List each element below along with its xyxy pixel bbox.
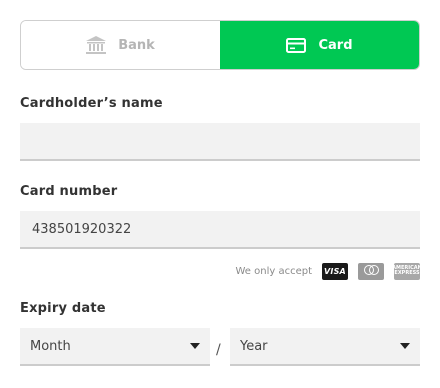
expiry-month-value: Month — [30, 338, 71, 354]
payment-method-tabs: Bank Card — [20, 20, 420, 70]
expiry-year-select[interactable]: Year — [230, 328, 420, 366]
expiry-month-select[interactable]: Month — [20, 328, 210, 366]
tab-card-label: Card — [318, 37, 353, 53]
card-number-label: Card number — [20, 184, 118, 199]
chevron-down-icon — [400, 343, 410, 349]
amex-icon: AMERICAN EXPRESS — [392, 262, 422, 280]
bank-icon — [86, 36, 107, 54]
tab-bank[interactable]: Bank — [21, 21, 220, 69]
expiry-year-value: Year — [240, 338, 268, 354]
chevron-down-icon — [190, 343, 200, 349]
amex-label-bottom: EXPRESS — [394, 270, 420, 276]
expiry-date-label: Expiry date — [20, 301, 106, 316]
cardholder-name-input[interactable] — [20, 123, 420, 161]
visa-icon: VISA — [322, 262, 348, 280]
cardholder-name-label: Cardholder’s name — [20, 96, 163, 111]
card-number-input[interactable] — [20, 211, 420, 249]
accepted-cards-text: We only accept — [235, 265, 312, 277]
tab-bank-label: Bank — [118, 37, 155, 53]
mastercard-icon — [358, 262, 384, 280]
accepted-cards: We only accept VISA AMERICAN EXPRESS — [235, 262, 422, 280]
tab-card[interactable]: Card — [220, 21, 419, 69]
expiry-separator: / — [216, 342, 221, 358]
credit-card-icon — [286, 37, 307, 53]
